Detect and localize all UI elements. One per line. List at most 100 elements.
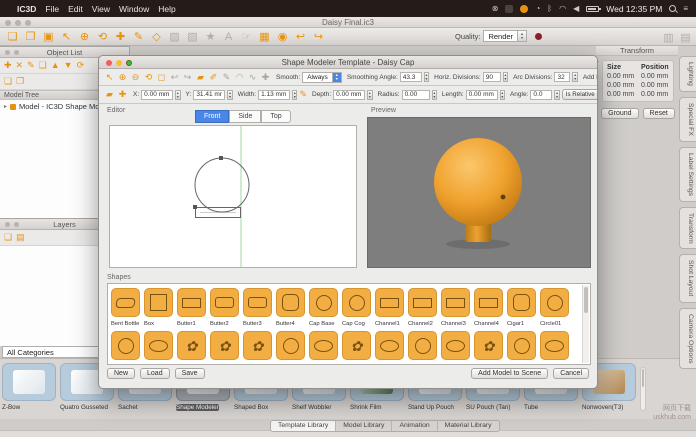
redo-icon[interactable]: ↪ <box>182 72 193 83</box>
stepper-icon[interactable] <box>424 72 429 82</box>
shape-tile[interactable] <box>540 331 569 360</box>
new-icon[interactable]: ❏ <box>6 30 19 44</box>
pan-icon[interactable]: ✚ <box>114 30 127 44</box>
arc-divisions-input[interactable] <box>554 72 570 82</box>
side-tab[interactable]: Shot Layout <box>679 254 696 302</box>
side-tab[interactable]: Camera Options <box>679 308 696 370</box>
folder-open-icon[interactable]: ❐ <box>16 76 24 87</box>
bluetooth-icon[interactable]: ᛒ <box>547 5 552 13</box>
y-input[interactable] <box>193 90 225 100</box>
menu-item[interactable]: Edit <box>68 4 83 14</box>
shape-tile[interactable]: Channel1 <box>375 288 404 327</box>
shape-tile[interactable] <box>177 331 206 360</box>
spotlight-icon[interactable] <box>669 5 676 12</box>
x-input[interactable] <box>141 90 173 100</box>
template-thumbnail[interactable] <box>2 363 56 401</box>
shape-tile[interactable] <box>144 331 173 360</box>
layers-traffic-lights[interactable] <box>5 222 19 227</box>
pen-icon[interactable]: ✎ <box>221 72 232 83</box>
dialog-traffic-lights[interactable] <box>106 60 132 66</box>
stepper-icon[interactable] <box>227 90 232 100</box>
stepper-icon[interactable] <box>500 90 505 100</box>
add-layer-icon[interactable]: ❏ <box>4 232 12 243</box>
radius-input[interactable] <box>402 90 430 100</box>
shape-tile[interactable] <box>474 331 503 360</box>
shape-tile[interactable]: Butter1 <box>177 288 206 327</box>
stepper-icon[interactable] <box>367 90 372 100</box>
shape-tile[interactable] <box>408 331 437 360</box>
text-tool-icon[interactable]: A <box>222 30 235 44</box>
shape-tile[interactable]: Butter4 <box>276 288 305 327</box>
clock-icon[interactable]: ◔ <box>535 5 540 13</box>
depth-input[interactable] <box>333 90 365 100</box>
wifi-icon[interactable]: ◠ <box>559 5 566 13</box>
reset-button[interactable]: Reset <box>643 108 675 119</box>
shape-tile[interactable]: Channel3 <box>441 288 470 327</box>
side-tab[interactable]: Special FX <box>679 97 696 142</box>
camera-icon[interactable]: ◉ <box>276 30 289 44</box>
ground-button[interactable]: Ground <box>601 108 638 119</box>
template-item[interactable]: Z-Bow <box>2 363 56 411</box>
battery-icon[interactable] <box>586 6 599 12</box>
menu-item[interactable]: View <box>92 4 110 14</box>
shape-tile[interactable] <box>243 331 272 360</box>
layer-list-icon[interactable]: ▤ <box>16 232 25 243</box>
shape-tile[interactable]: Cigar1 <box>507 288 536 327</box>
edit-icon[interactable]: ✎ <box>132 30 145 44</box>
shape-tile[interactable]: Channel2 <box>408 288 437 327</box>
view-tab[interactable]: Top <box>261 110 290 123</box>
shape-tile[interactable]: Cap Cog <box>342 288 371 327</box>
record-icon[interactable] <box>535 33 542 40</box>
folder-icon[interactable]: ❏ <box>4 76 12 87</box>
redo-icon[interactable]: ↪ <box>312 30 325 44</box>
horiz-divisions-input[interactable] <box>483 72 501 82</box>
add-object-icon[interactable]: ✚ <box>4 60 12 71</box>
shape-tile[interactable] <box>375 331 404 360</box>
shape-tile[interactable] <box>210 331 239 360</box>
panel-toggle-icon-2[interactable]: ▤ <box>679 31 692 45</box>
shape-tile[interactable] <box>276 331 305 360</box>
menu-item[interactable]: Help <box>158 4 175 14</box>
shape-tile[interactable]: Channel4 <box>474 288 503 327</box>
stepper-icon[interactable] <box>572 72 577 82</box>
orbit-icon[interactable]: ⟲ <box>143 72 154 83</box>
side-tab[interactable]: Label Settings <box>679 147 696 202</box>
move-down-icon[interactable]: ▼ <box>64 60 73 71</box>
arc-icon[interactable]: ◠ <box>234 72 245 83</box>
dialog-titlebar[interactable]: Shape Modeler Template - Daisy Cap <box>99 56 597 69</box>
hand-icon[interactable]: ☞ <box>240 30 253 44</box>
fill-shape-icon[interactable]: ▰ <box>104 89 115 100</box>
app-status-icon-3[interactable] <box>520 5 528 13</box>
mesh-icon[interactable]: ▦ <box>258 30 271 44</box>
side-tab[interactable]: Lighting <box>679 56 696 92</box>
film-icon[interactable]: ▧ <box>186 30 199 44</box>
disclosure-icon[interactable]: ▸ <box>4 103 7 110</box>
move-up-icon[interactable]: ▲ <box>51 60 60 71</box>
new-button[interactable]: New <box>107 368 135 379</box>
view-tab[interactable]: Front <box>195 110 229 123</box>
zoom-in-icon[interactable]: ⊕ <box>117 72 128 83</box>
main-window-titlebar[interactable]: Daisy Final.ic3 <box>0 17 696 28</box>
panel-toggle-icon-1[interactable]: ▥ <box>662 31 675 45</box>
undo-icon[interactable]: ↩ <box>169 72 180 83</box>
edit-object-icon[interactable]: ✎ <box>27 60 35 71</box>
width-input[interactable] <box>258 90 290 100</box>
duplicate-icon[interactable]: ❏ <box>39 60 47 71</box>
shape-tile[interactable] <box>111 331 140 360</box>
menu-item[interactable]: Window <box>119 4 149 14</box>
menu-item[interactable]: IC3D <box>17 4 36 14</box>
move-points-icon[interactable]: ✚ <box>260 72 271 83</box>
smooth-dropdown[interactable]: Always <box>302 72 342 83</box>
shape-tile[interactable] <box>309 331 338 360</box>
shapes-list[interactable]: Bent Bottle Box Butter1 Butter2 <box>107 283 591 365</box>
menu-item[interactable]: File <box>45 4 59 14</box>
image-icon[interactable]: ▨ <box>168 30 181 44</box>
view-tab[interactable]: Side <box>229 110 261 123</box>
shape-tile[interactable]: Butter2 <box>210 288 239 327</box>
shape-tile[interactable]: Cap Base <box>309 288 338 327</box>
control-center-icon[interactable]: ≡ <box>683 5 688 13</box>
library-tab[interactable]: Material Library <box>438 421 499 431</box>
polygon-icon[interactable]: ◇ <box>150 30 163 44</box>
save-button[interactable]: Save <box>175 368 205 379</box>
stepper-icon[interactable] <box>554 90 559 100</box>
